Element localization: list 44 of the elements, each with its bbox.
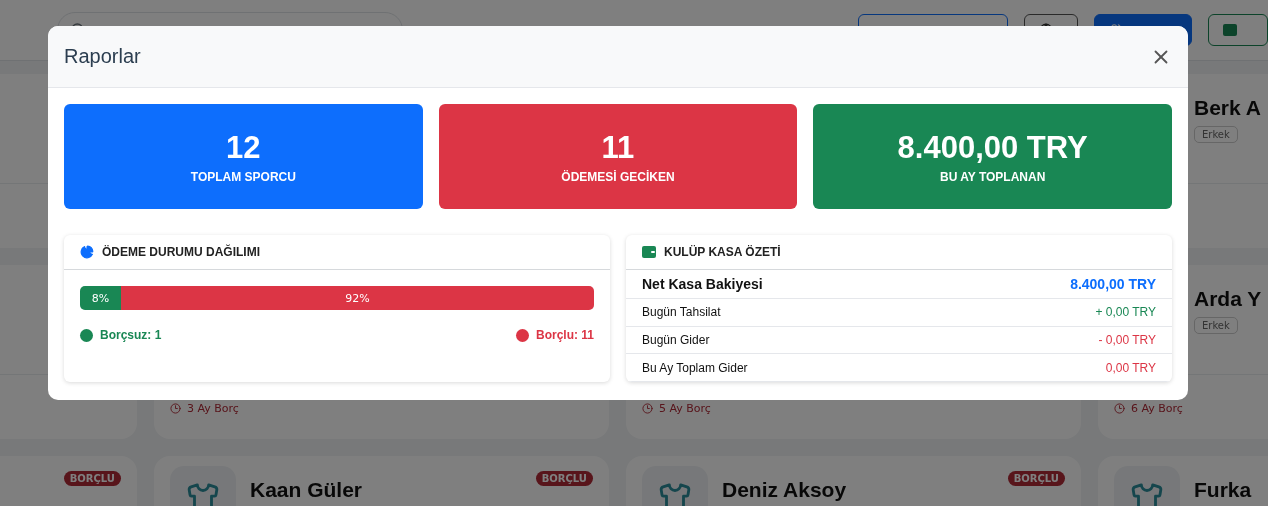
jersey-icon [1130, 482, 1164, 506]
wallet-icon [642, 246, 656, 258]
summary-label: Net Kasa Bakiyesi [642, 275, 763, 292]
summary-value: 0,00 TRY [1105, 360, 1156, 375]
legend-label: Borçsuz: 1 [100, 328, 162, 342]
athlete-name: Kaan Güler [250, 478, 363, 502]
summary-label: Bu Ay Toplam Gider [642, 360, 748, 375]
jersey-icon [186, 482, 220, 506]
wallet-icon [1223, 24, 1237, 36]
debtor-badge: BORÇLU [535, 471, 593, 486]
panel-title: KULÜP KASA ÖZETİ [664, 245, 781, 259]
athlete-name: Arda Y [1194, 287, 1262, 311]
summary-label: Bugün Tahsilat [642, 305, 721, 320]
summary-label: Bugün Gider [642, 332, 710, 347]
stat-label: TOPLAM SPORCU [190, 169, 296, 184]
summary-value: + 0,00 TRY [1095, 305, 1156, 320]
stat-value: 8.400,00 TRY [897, 129, 1088, 166]
athlete-name: Deniz Aksoy [722, 478, 847, 502]
clock-icon [642, 403, 653, 414]
stat-value: 11 [601, 129, 635, 166]
bar-segment: 8% [80, 286, 122, 310]
gender-tag: Erkek [1194, 126, 1238, 143]
athlete-name: Furka [1194, 478, 1252, 502]
clock-icon [1114, 403, 1125, 414]
debt-duration: 6 Ay Borç [1131, 402, 1183, 415]
panel-title: ÖDEME DURUMU DAĞILIMI [102, 245, 260, 259]
stat-label: ÖDEMESİ GECİKEN [561, 169, 675, 184]
debt-duration: 5 Ay Borç [659, 402, 711, 415]
summary-value: - 0,00 TRY [1098, 332, 1156, 347]
stat-value: 12 [226, 129, 261, 166]
debtor-badge: BORÇLU [1007, 471, 1065, 486]
pie-chart-icon [80, 245, 94, 259]
debtor-badge: BORÇLU [63, 471, 121, 486]
bar-segment: 92% [121, 286, 594, 310]
debt-duration: 3 Ay Borç [187, 402, 239, 415]
gender-tag: Erkek [1194, 317, 1238, 334]
athlete-name: Berk A [1194, 96, 1261, 120]
cash-button[interactable] [1208, 14, 1268, 46]
stat-label: BU AY TOPLANAN [939, 169, 1046, 184]
jersey-icon [658, 482, 692, 506]
dialog-title: Raporlar [64, 45, 141, 68]
summary-value: 8.400,00 TRY [1070, 275, 1156, 292]
legend-label: Borçlu: 11 [535, 328, 594, 342]
clock-icon [170, 403, 181, 414]
